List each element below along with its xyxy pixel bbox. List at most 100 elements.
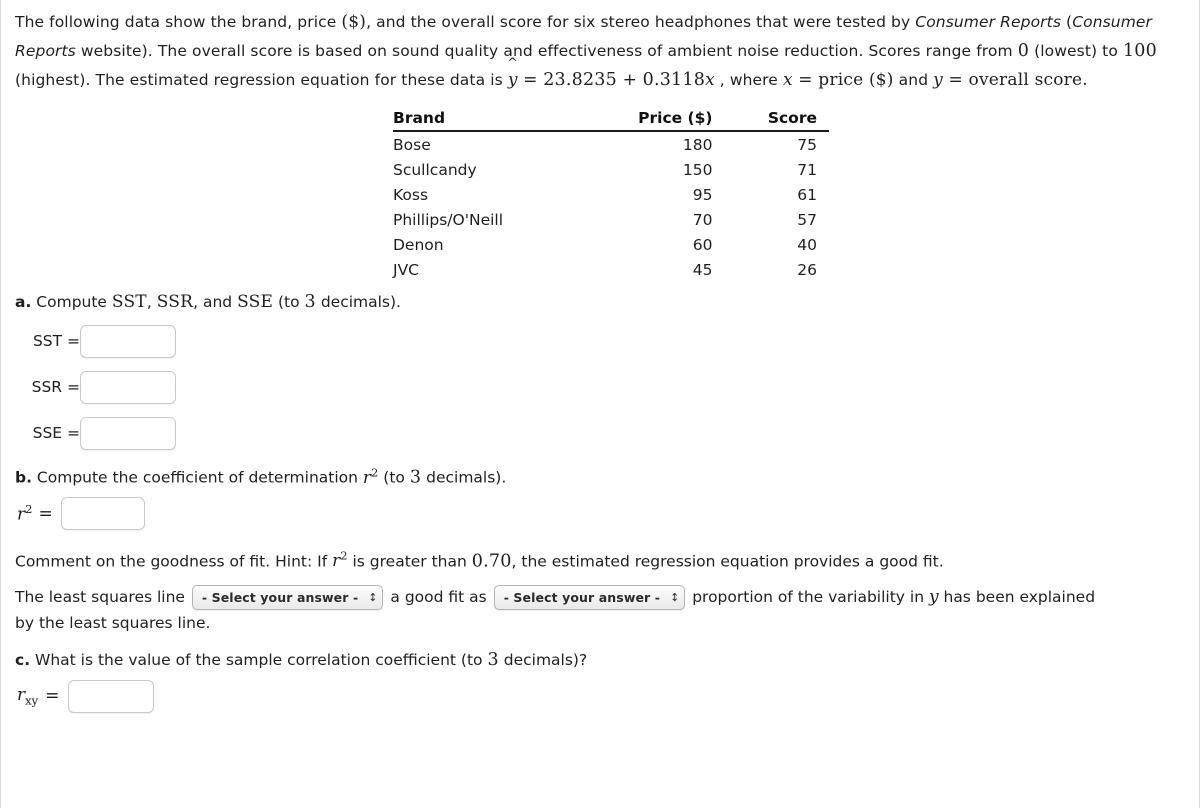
sse-input[interactable] (80, 416, 176, 450)
intro-text-8: and (893, 71, 934, 89)
cell-brand: JVC (393, 261, 419, 279)
x-definition: = price (792, 70, 869, 90)
correlation-input[interactable] (67, 679, 154, 713)
y-hat-letter: y (507, 70, 518, 90)
r-letter: r (362, 467, 372, 488)
cell-price: 60 (692, 236, 713, 254)
intro-text-4: website). The overall score is based on … (75, 42, 1018, 60)
cell-score: 26 (797, 261, 817, 279)
part-a-text-end: decimals). (315, 293, 401, 311)
cell-score: 75 (797, 136, 817, 154)
correlation-equals: = (45, 686, 60, 707)
part-c-decimals: 3 (487, 650, 499, 671)
sst-field-row: SST = (15, 318, 1185, 364)
hint-text-end: , the estimated regression equation prov… (511, 552, 944, 571)
part-c-text-end: decimals)? (498, 651, 588, 670)
cell-score: 71 (797, 161, 817, 179)
r-letter-label: r (17, 504, 26, 525)
intro-text-6: (highest). The estimated regression equa… (15, 71, 508, 89)
r-squared-field-label: r2 (17, 502, 32, 525)
select-proportion[interactable]: - Select your answer - ↕ (493, 585, 686, 611)
headphones-data-table-container: Brand Price ($) Score Bose 180 75 Scullc… (393, 109, 829, 282)
select-proportion-label: - Select your answer - (503, 589, 661, 605)
r-squared-input[interactable] (60, 497, 145, 531)
y-hat-symbol: ^ y (507, 57, 518, 95)
cell-score: 61 (797, 186, 817, 204)
column-header-brand: Brand (393, 109, 582, 132)
intro-text-2: , and the overall score for six stereo h… (366, 13, 916, 31)
cell-price: 45 (692, 261, 713, 279)
ssr-field-label: SSR = (31, 378, 80, 396)
cell-brand: Phillips/O'Neill (393, 211, 504, 229)
exponent-two-label: 2 (25, 502, 33, 517)
part-b-text-mid: (to (378, 468, 410, 487)
part-c-text-pre: What is the value of the sample correlat… (30, 651, 488, 670)
sentence-text-post: proportion of the variability in (687, 588, 929, 607)
part-a-text-post: (to (273, 293, 305, 311)
part-a-decimals: 3 (304, 292, 316, 312)
r-squared-field-row: r2 = (15, 492, 1185, 536)
intro-text-7: , where (714, 71, 783, 89)
cell-brand: Scullcandy (393, 161, 477, 179)
headphones-data-table: Brand Price ($) Score Bose 180 75 Scullc… (393, 109, 829, 282)
sse-term: SSE (237, 292, 274, 312)
score-max-value: 100 (1122, 41, 1157, 61)
ssr-input[interactable] (80, 370, 176, 404)
goodness-of-fit-hint: Comment on the goodness of fit. Hint: If… (15, 542, 1185, 576)
intro-period: . (1082, 70, 1088, 90)
part-b-text-pre: Compute the coefficient of determination (31, 468, 363, 487)
sentence-y-variable: y (928, 587, 939, 608)
r-squared-equals: = (38, 503, 53, 524)
part-a-text-pre: Compute (31, 293, 112, 311)
subscript-xy: xy (25, 693, 39, 708)
cell-price: 70 (692, 211, 713, 229)
equals-sign-1: = (517, 70, 544, 90)
cell-price: 150 (682, 161, 713, 179)
ssr-term: SSR (156, 292, 194, 312)
intro-text-5: (lowest) to (1029, 42, 1123, 60)
part-b-question: b. Compute the coefficient of determinat… (15, 458, 1185, 492)
part-c-question: c. What is the value of the sample corre… (15, 646, 1185, 674)
table-row: Scullcandy 150 71 (393, 157, 829, 182)
hint-threshold-value: 0.70 (471, 551, 512, 572)
sse-field-row: SSE = (15, 410, 1185, 456)
table-row: Bose 180 75 (393, 131, 829, 157)
intro-text-1: The following data show the brand, price (15, 13, 342, 31)
sst-input[interactable] (80, 324, 176, 358)
part-c-marker: c. (15, 651, 31, 670)
problem-statement: The following data show the brand, price… (15, 0, 1185, 95)
cell-brand: Bose (393, 136, 431, 154)
regression-slope: 0.3118 (642, 70, 706, 90)
column-header-score: Score (730, 109, 829, 132)
sentence-text-post-2: has been explained (938, 588, 1096, 607)
x-variable: x (782, 70, 793, 90)
part-a-comma-2: , and (193, 293, 238, 311)
chevron-updown-icon: ↕ (670, 591, 680, 605)
y-definition: = overall score (942, 70, 1083, 90)
part-b-decimals: 3 (409, 467, 422, 488)
cell-brand: Koss (393, 186, 429, 204)
select-fit-quality[interactable]: - Select your answer - ↕ (191, 585, 384, 611)
fit-conclusion-sentence-line2: by the least squares line. (15, 614, 211, 633)
table-row: Phillips/O'Neill 70 57 (393, 207, 829, 232)
problem-page: The following data show the brand, price… (0, 0, 1200, 808)
hint-r-squared-symbol: r2 (332, 549, 347, 572)
hint-text-pre: Comment on the goodness of fit. Hint: If (15, 552, 333, 571)
equation-x-variable: x (705, 70, 715, 90)
sse-field-label: SSE = (32, 424, 80, 442)
source-citation-1: Consumer Reports (915, 13, 1061, 31)
score-min-value: 0 (1017, 41, 1030, 61)
hint-text-mid: is greater than (347, 552, 472, 571)
part-b-text-end: decimals). (421, 468, 507, 487)
chevron-updown-icon: ↕ (368, 591, 378, 605)
hat-accent-icon: ^ (507, 56, 519, 71)
table-row: JVC 45 26 (393, 257, 829, 282)
part-b-marker: b. (15, 468, 32, 487)
sst-term: SST (111, 292, 147, 312)
cell-score: 40 (797, 236, 817, 254)
part-a-question: a. Compute SST, SSR, and SSE (to 3 decim… (15, 288, 1185, 316)
sentence-text-pre: The least squares line (15, 588, 190, 607)
part-a-marker: a. (15, 293, 32, 311)
cell-brand: Denon (393, 236, 444, 254)
select-fit-quality-label: - Select your answer - (201, 589, 359, 605)
